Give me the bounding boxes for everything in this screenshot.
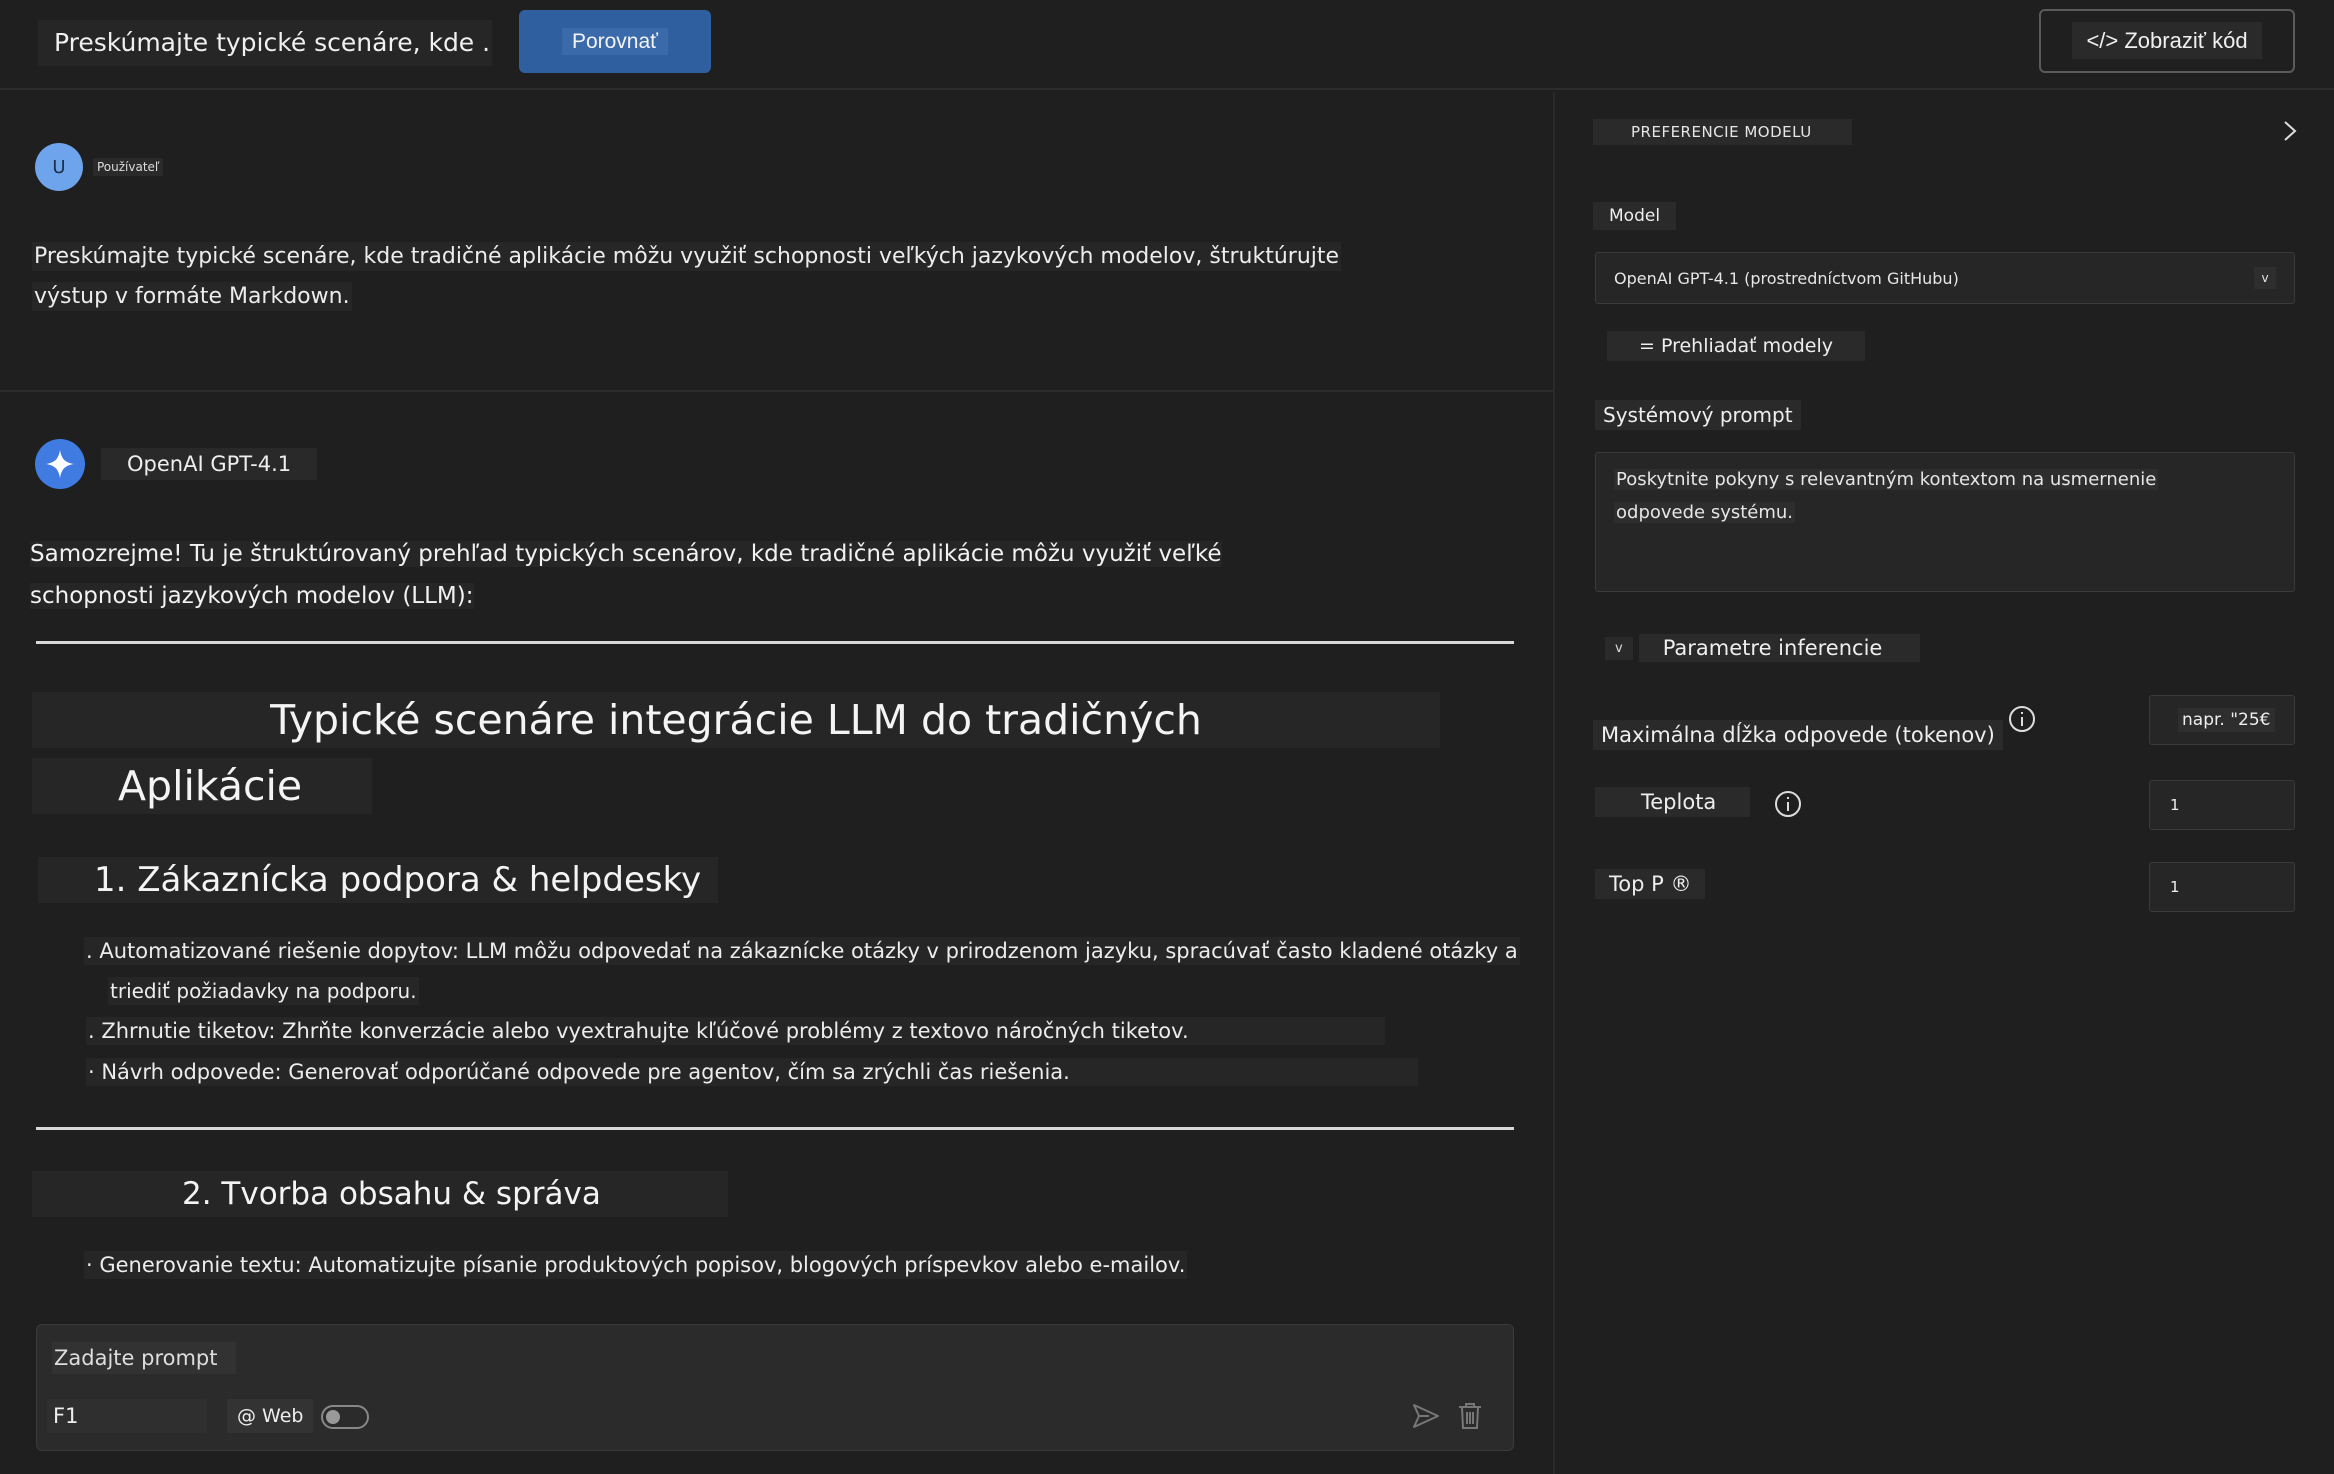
user-header: U Používateľ — [35, 143, 164, 191]
list-item: · Návrh odpovede: Generovať odporúčané o… — [86, 1058, 1418, 1086]
horizontal-rule — [36, 1127, 1514, 1130]
top-bar: Preskúmajte typické scenáre, kde ... Por… — [0, 0, 2334, 90]
chevron-down-icon: v — [1605, 636, 1633, 660]
user-message-line: výstup v formáte Markdown. — [32, 282, 352, 311]
system-prompt-label: Systémový prompt — [1595, 400, 1801, 430]
inference-params-toggle[interactable]: v Parametre inferencie — [1605, 632, 1921, 664]
section-heading: 2. Tvorba obsahu & správa — [32, 1171, 728, 1217]
send-icon[interactable] — [1411, 1401, 1441, 1431]
assistant-intro-line: schopnosti jazykových modelov (LLM): — [30, 583, 474, 609]
info-icon[interactable] — [1774, 790, 1802, 818]
assistant-name: OpenAI GPT-4.1 — [101, 448, 318, 480]
top-p-input[interactable]: 1 — [2149, 862, 2295, 912]
section-heading: 1. Zákaznícka podpora & helpdesky — [38, 857, 718, 903]
view-code-label: </> Zobraziť kód — [2072, 22, 2262, 59]
prompt-composer[interactable]: Zadajte prompt F1 @ Web — [36, 1324, 1514, 1451]
panel-title: PREFERENCIE MODELU — [1593, 119, 1852, 145]
inference-params-title: Parametre inferencie — [1638, 634, 1921, 662]
main-heading: Typické scenáre integrácie LLM do tradič… — [32, 692, 1440, 748]
user-label: Používateľ — [93, 158, 164, 176]
max-tokens-input[interactable]: napr. "25€ — [2149, 695, 2295, 745]
model-label: Model — [1593, 202, 1677, 230]
list-item: . Automatizované riešenie dopytov: LLM m… — [84, 937, 1520, 965]
main-heading-continued: Aplikácie — [32, 758, 372, 814]
web-toggle[interactable] — [321, 1405, 369, 1429]
chevron-right-icon[interactable] — [2280, 118, 2300, 144]
chat-area: U Používateľ Preskúmajte typické scenáre… — [0, 92, 1553, 1474]
model-select[interactable]: OpenAI GPT-4.1 (prostredníctvom GitHubu)… — [1595, 252, 2295, 304]
user-message: Preskúmajte typické scenáre, kde tradičn… — [32, 237, 1492, 317]
temperature-label: Teplota — [1595, 787, 1751, 817]
chevron-down-icon: v — [2254, 267, 2276, 289]
browse-models-button[interactable]: = Prehliadať modely — [1607, 331, 1866, 361]
message-separator — [0, 390, 1553, 392]
web-search-label[interactable]: @ Web — [227, 1399, 314, 1433]
list-item: . Zhrnutie tiketov: Zhrňte konverzácie a… — [86, 1017, 1385, 1045]
list-item: triediť požiadavky na podporu. — [108, 977, 419, 1005]
assistant-intro-line: Samozrejme! Tu je štruktúrovaný prehľad … — [30, 541, 1222, 567]
horizontal-rule — [36, 641, 1514, 644]
compare-button[interactable]: Porovnať — [519, 10, 711, 73]
sparkle-icon — [35, 439, 85, 489]
info-icon[interactable] — [2008, 705, 2036, 733]
user-message-line: Preskúmajte typické scenáre, kde tradičn… — [32, 242, 1342, 271]
list-item: · Generovanie textu: Automatizujte písan… — [84, 1251, 1188, 1279]
model-preferences-panel: PREFERENCIE MODELU Model OpenAI GPT-4.1 … — [1555, 92, 2334, 1474]
top-p-label: Top P ® — [1595, 869, 1706, 899]
view-code-button[interactable]: </> Zobraziť kód — [2039, 9, 2295, 73]
max-tokens-label: Maximálna dĺžka odpovede (tokenov) — [1593, 720, 2003, 750]
assistant-intro: Samozrejme! Tu je štruktúrovaný prehľad … — [30, 533, 1490, 617]
temperature-input[interactable]: 1 — [2149, 780, 2295, 830]
compare-button-label: Porovnať — [561, 27, 669, 55]
prompt-input[interactable]: Zadajte prompt — [52, 1342, 236, 1374]
trash-icon[interactable] — [1457, 1401, 1483, 1431]
user-avatar: U — [35, 143, 83, 191]
system-prompt-input[interactable]: Poskytnite pokyny s relevantným kontexto… — [1595, 452, 2295, 592]
conversation-title: Preskúmajte typické scenáre, kde ... — [38, 20, 492, 66]
f1-field[interactable]: F1 — [47, 1399, 207, 1433]
assistant-header: OpenAI GPT-4.1 — [35, 439, 318, 489]
model-select-value: OpenAI GPT-4.1 (prostredníctvom GitHubu) — [1614, 269, 1959, 288]
